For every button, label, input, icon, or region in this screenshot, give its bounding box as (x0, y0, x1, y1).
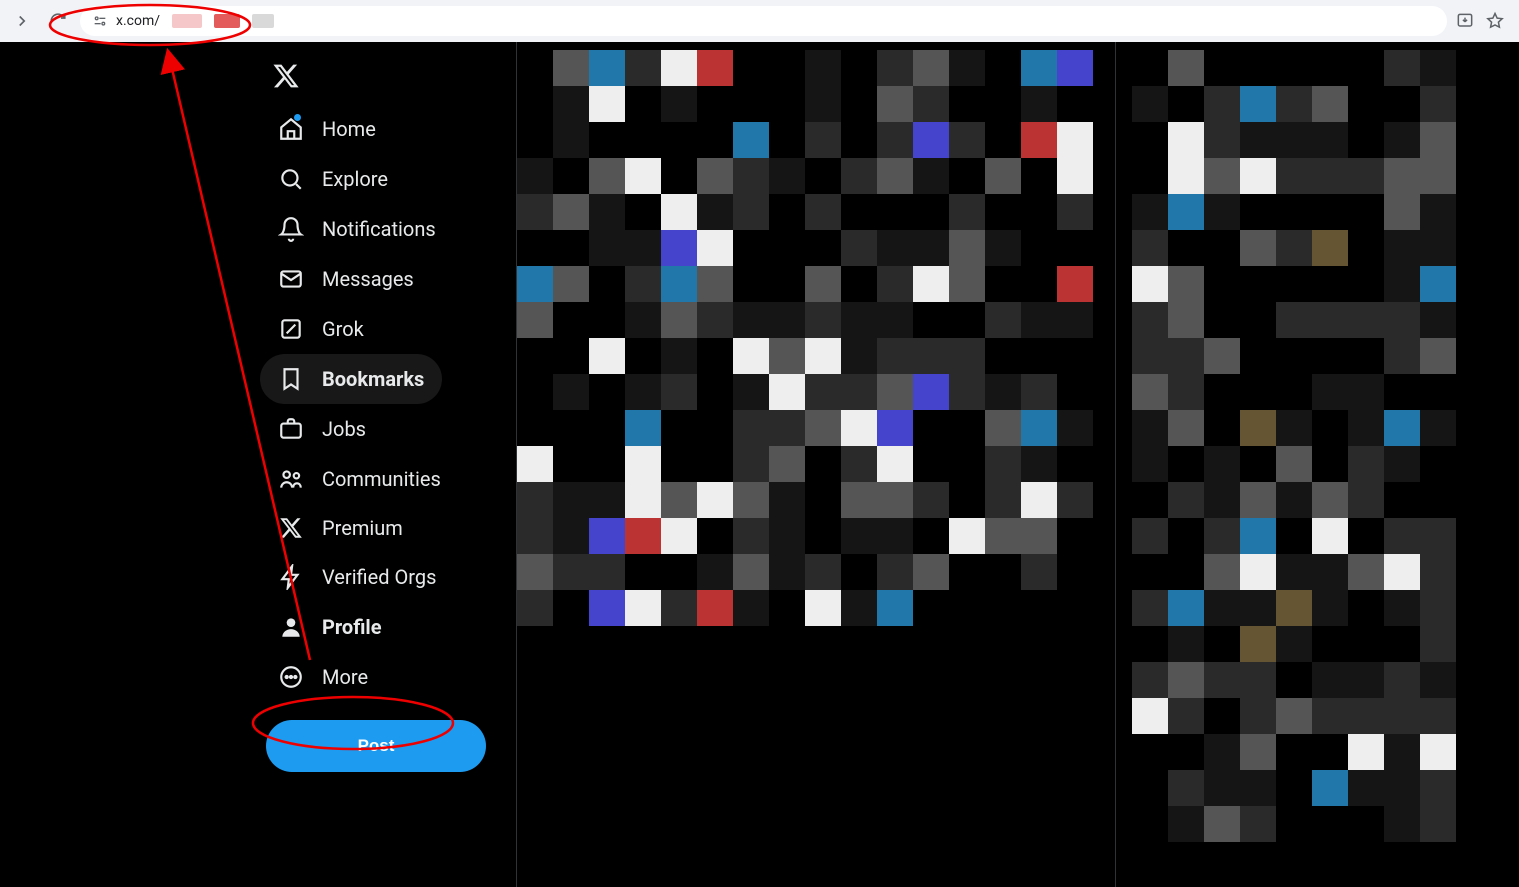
sidebar-item-verified-orgs[interactable]: Verified Orgs (260, 552, 454, 602)
sidebar-item-label: Premium (322, 516, 403, 540)
sidebar-nav: Home Explore Notifications Messages Grok (260, 42, 516, 887)
sidebar-item-label: Messages (322, 267, 414, 291)
sidebar-item-profile[interactable]: Profile (260, 602, 400, 652)
envelope-icon (278, 266, 304, 292)
sidebar-item-label: Profile (322, 615, 382, 639)
browser-forward-button[interactable] (8, 7, 36, 35)
people-icon (278, 466, 304, 492)
left-gutter (0, 42, 260, 887)
browser-address-bar[interactable]: x.com/ (80, 6, 1447, 36)
more-circle-icon (278, 664, 304, 690)
app-root: Home Explore Notifications Messages Grok (0, 42, 1519, 887)
x-icon (278, 516, 304, 540)
sidebar-item-explore[interactable]: Explore (260, 154, 406, 204)
browser-toolbar: x.com/ (0, 0, 1519, 42)
home-icon (278, 116, 304, 142)
redacted-content (517, 50, 1115, 626)
site-settings-icon[interactable] (92, 13, 108, 29)
grok-icon (278, 316, 304, 342)
sidebar-item-label: Communities (322, 467, 441, 491)
redacted-url-segment (252, 14, 274, 28)
sidebar-item-label: More (322, 665, 368, 689)
sidebar-item-premium[interactable]: Premium (260, 504, 421, 552)
sidebar-item-label: Jobs (322, 417, 366, 441)
main-timeline (516, 42, 1116, 887)
sidebar-item-label: Grok (322, 317, 364, 341)
sidebar-item-label: Home (322, 117, 376, 141)
right-sidebar (1116, 42, 1496, 887)
sidebar-item-notifications[interactable]: Notifications (260, 204, 454, 254)
person-icon (278, 614, 304, 640)
sidebar-item-grok[interactable]: Grok (260, 304, 382, 354)
lightning-icon (278, 564, 304, 590)
sidebar-item-jobs[interactable]: Jobs (260, 404, 384, 454)
sidebar-item-more[interactable]: More (260, 652, 386, 702)
bell-icon (278, 216, 304, 242)
bookmark-icon (278, 366, 304, 392)
briefcase-icon (278, 416, 304, 442)
sidebar-item-label: Verified Orgs (322, 565, 436, 589)
sidebar-item-messages[interactable]: Messages (260, 254, 432, 304)
sidebar-item-label: Bookmarks (322, 367, 424, 391)
browser-url-text: x.com/ (116, 13, 160, 29)
sidebar-item-label: Notifications (322, 217, 436, 241)
install-app-icon[interactable] (1455, 11, 1475, 31)
redacted-url-segment (214, 14, 240, 28)
bookmark-star-icon[interactable] (1485, 11, 1505, 31)
sidebar-item-communities[interactable]: Communities (260, 454, 459, 504)
sidebar-item-home[interactable]: Home (260, 104, 394, 154)
sidebar-item-bookmarks[interactable]: Bookmarks (260, 354, 442, 404)
sidebar-item-label: Explore (322, 167, 388, 191)
redacted-url-segment (172, 14, 202, 28)
search-icon (278, 166, 304, 192)
x-logo[interactable] (260, 52, 312, 104)
post-button[interactable]: Post (266, 720, 486, 772)
redacted-content (1132, 50, 1480, 842)
browser-reload-button[interactable] (44, 7, 72, 35)
notification-dot (294, 114, 301, 121)
